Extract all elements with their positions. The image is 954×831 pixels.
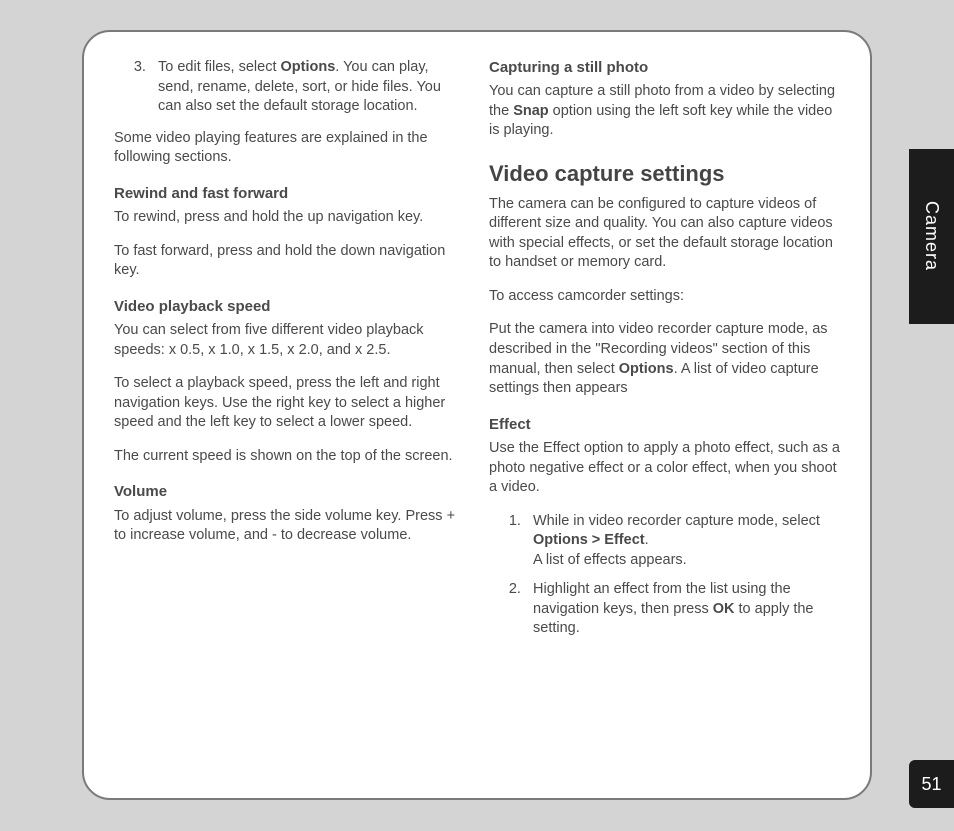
effect-step-1: While in video recorder capture mode, se… [529, 512, 840, 571]
paragraph: Some video playing features are explaine… [114, 129, 465, 168]
left-column: To edit files, select Options. You can p… [114, 58, 465, 651]
paragraph: To adjust volume, press the side volume … [114, 507, 465, 546]
text: While in video recorder capture mode, se… [533, 513, 820, 529]
paragraph: You can capture a still photo from a vid… [489, 82, 840, 141]
paragraph: To rewind, press and hold the up navigat… [114, 208, 465, 228]
bold-text: Snap [513, 103, 548, 119]
subheading-volume: Volume [114, 482, 465, 502]
paragraph: You can select from five different video… [114, 321, 465, 360]
bold-text: OK [713, 601, 735, 617]
bold-text: Options > Effect [533, 532, 645, 548]
list-item-3: To edit files, select Options. You can p… [154, 58, 465, 117]
subheading-rewind: Rewind and fast forward [114, 184, 465, 204]
right-column: Capturing a still photo You can capture … [489, 58, 840, 651]
text: A list of effects appears. [533, 552, 687, 568]
effect-steps-list: While in video recorder capture mode, se… [489, 512, 840, 639]
text: . [645, 532, 649, 548]
subheading-speed: Video playback speed [114, 297, 465, 317]
paragraph: The current speed is shown on the top of… [114, 447, 465, 467]
paragraph: To select a playback speed, press the le… [114, 374, 465, 433]
paragraph: To access camcorder settings: [489, 287, 840, 307]
subheading-effect: Effect [489, 415, 840, 435]
paragraph: Put the camera into video recorder captu… [489, 320, 840, 398]
bold-text: Options [281, 59, 336, 75]
paragraph: The camera can be configured to capture … [489, 195, 840, 273]
paragraph: Use the Effect option to apply a photo e… [489, 439, 840, 498]
manual-page: To edit files, select Options. You can p… [82, 30, 872, 800]
text: To edit files, select [158, 59, 281, 75]
heading-video-capture-settings: Video capture settings [489, 159, 840, 189]
numbered-list-continued: To edit files, select Options. You can p… [114, 58, 465, 117]
page-number: 51 [909, 760, 954, 808]
bold-text: Options [619, 361, 674, 377]
effect-step-2: Highlight an effect from the list using … [529, 580, 840, 639]
two-column-layout: To edit files, select Options. You can p… [114, 58, 840, 651]
paragraph: To fast forward, press and hold the down… [114, 242, 465, 281]
chapter-tab: Camera [909, 149, 954, 324]
subheading-still-photo: Capturing a still photo [489, 58, 840, 78]
